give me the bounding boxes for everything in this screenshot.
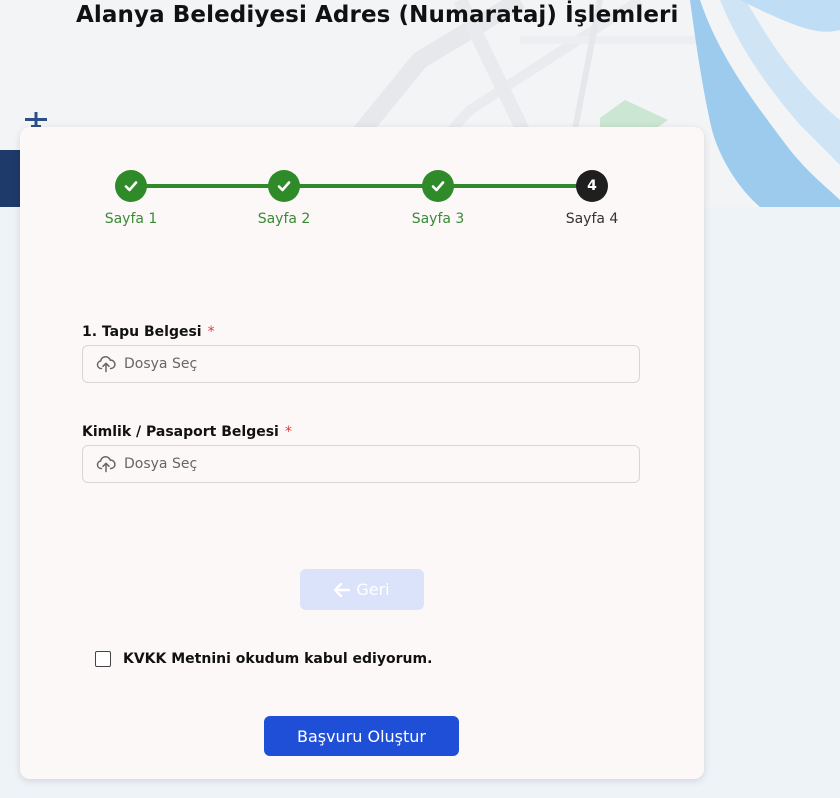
cloud-upload-icon xyxy=(96,354,116,374)
step-3-label: Sayfa 3 xyxy=(411,211,465,227)
kvkk-checkbox[interactable] xyxy=(95,651,111,667)
kimlik-belgesi-file-input[interactable]: Dosya Seç xyxy=(82,445,640,483)
file-input-placeholder: Dosya Seç xyxy=(124,456,198,472)
step-connector xyxy=(284,184,438,188)
step-2-indicator[interactable] xyxy=(268,170,300,202)
cloud-upload-icon xyxy=(96,454,116,474)
field-label-text: 1. Tapu Belgesi xyxy=(82,324,202,340)
back-button[interactable]: Geri xyxy=(300,569,424,610)
step-connector xyxy=(131,184,284,188)
step-connector xyxy=(438,184,592,188)
file-input-placeholder: Dosya Seç xyxy=(124,356,198,372)
tapu-belgesi-label: 1. Tapu Belgesi * xyxy=(82,324,215,340)
form-card: 4 Sayfa 1 Sayfa 2 Sayfa 3 Sayfa 4 1. Tap… xyxy=(20,127,704,779)
kvkk-label[interactable]: KVKK Metnini okudum kabul ediyorum. xyxy=(123,651,432,667)
check-icon xyxy=(124,181,138,192)
tapu-belgesi-file-input[interactable]: Dosya Seç xyxy=(82,345,640,383)
submit-button[interactable]: Başvuru Oluştur xyxy=(264,716,459,756)
step-4-indicator: 4 xyxy=(576,170,608,202)
required-mark: * xyxy=(207,324,215,340)
stepper: 4 Sayfa 1 Sayfa 2 Sayfa 3 Sayfa 4 xyxy=(20,127,704,247)
step-3-indicator[interactable] xyxy=(422,170,454,202)
kimlik-belgesi-label: Kimlik / Pasaport Belgesi * xyxy=(82,424,292,440)
arrow-left-icon xyxy=(334,582,351,597)
step-1-label: Sayfa 1 xyxy=(104,211,158,227)
step-2-label: Sayfa 2 xyxy=(257,211,311,227)
field-label-text: Kimlik / Pasaport Belgesi xyxy=(82,424,279,440)
back-button-label: Geri xyxy=(356,580,390,599)
check-icon xyxy=(431,181,445,192)
required-mark: * xyxy=(284,424,292,440)
step-1-indicator[interactable] xyxy=(115,170,147,202)
page-title: Alanya Belediyesi Adres (Numarataj) İşle… xyxy=(76,2,679,28)
check-icon xyxy=(277,181,291,192)
step-4-label: Sayfa 4 xyxy=(565,211,619,227)
kvkk-consent: KVKK Metnini okudum kabul ediyorum. xyxy=(95,651,432,667)
